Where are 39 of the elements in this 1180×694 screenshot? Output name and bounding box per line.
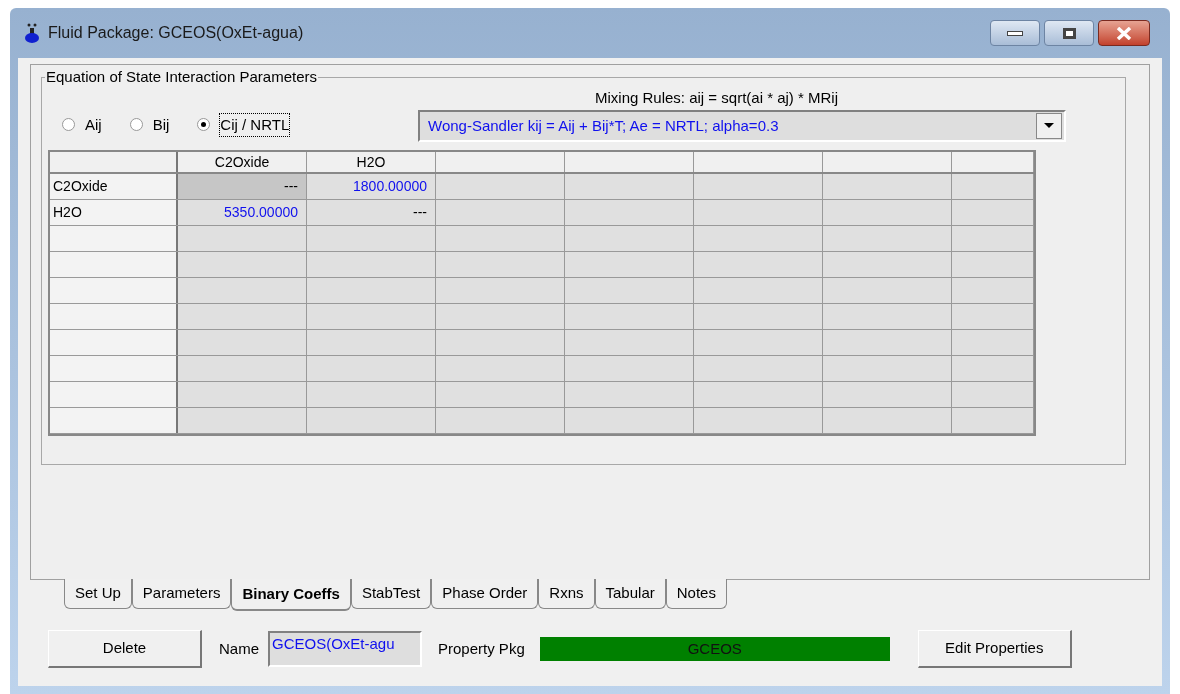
delete-button[interactable]: Delete: [48, 630, 202, 668]
window-title: Fluid Package: GCEOS(OxEt-agua): [48, 23, 304, 43]
table-cell[interactable]: 5350.00000: [178, 200, 307, 225]
column-header[interactable]: H2O: [307, 152, 436, 172]
close-icon: [1116, 26, 1132, 40]
name-label: Name: [219, 638, 259, 659]
property-pkg-label: Property Pkg: [438, 638, 525, 659]
tab[interactable]: Phase Order: [431, 579, 539, 609]
tab[interactable]: Binary Coeffs: [231, 579, 351, 611]
tab[interactable]: Parameters: [131, 579, 232, 609]
tab[interactable]: Rxns: [538, 579, 595, 609]
table-cell[interactable]: 1800.00000: [307, 174, 436, 199]
radio-button[interactable]: [129, 118, 143, 132]
edit-properties-button[interactable]: Edit Properties: [917, 630, 1072, 668]
tab[interactable]: Notes: [665, 579, 727, 609]
row-header[interactable]: C2Oxide: [50, 174, 178, 199]
radio-option[interactable]: Cij / NRTL: [197, 113, 290, 136]
flask-icon: [24, 22, 40, 44]
name-field[interactable]: GCEOS(OxEt-agu: [268, 631, 422, 667]
tab[interactable]: Tabular: [594, 579, 666, 609]
table-cell[interactable]: ---: [307, 200, 436, 225]
mixing-rules-label: Mixing Rules: aij = sqrt(ai * aj) * MRij: [595, 88, 839, 108]
group-title: Equation of State Interaction Parameters: [45, 68, 318, 86]
radio-button[interactable]: [62, 118, 75, 132]
radio-option[interactable]: Bij: [129, 113, 170, 136]
maximize-button[interactable]: [1044, 20, 1094, 46]
radio-option[interactable]: Aij: [62, 113, 102, 136]
maximize-icon: [1062, 27, 1076, 39]
radio-button[interactable]: [197, 118, 211, 132]
table-cell[interactable]: ---: [178, 174, 307, 199]
close-button[interactable]: [1098, 20, 1150, 46]
tab[interactable]: StabTest: [350, 579, 432, 609]
minimize-icon: [1007, 30, 1023, 36]
property-pkg-field: GCEOS: [539, 637, 890, 661]
column-header[interactable]: C2Oxide: [178, 152, 307, 172]
row-header[interactable]: H2O: [50, 200, 178, 225]
minimize-button[interactable]: [990, 20, 1040, 46]
mixing-rule-dropdown[interactable]: Wong-Sandler kij = Aij + Bij*T; Ae = NRTL; alpha=0.3: [418, 110, 1066, 142]
tab[interactable]: Set Up: [64, 579, 132, 609]
